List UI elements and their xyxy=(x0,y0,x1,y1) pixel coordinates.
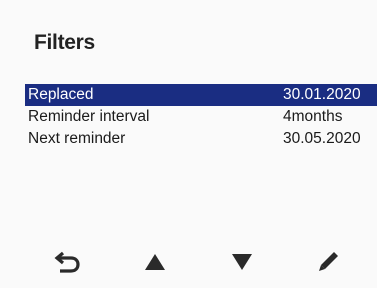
edit-button[interactable] xyxy=(308,244,348,280)
back-arrow-icon xyxy=(54,251,80,273)
list-item-value: 30.05.2020 xyxy=(283,130,361,147)
list-item-label: Reminder interval xyxy=(28,108,150,125)
arrow-down-icon xyxy=(232,254,252,270)
list-item-value: 30.01.2020 xyxy=(283,86,361,103)
settings-list: Replaced 30.01.2020 Reminder interval 4m… xyxy=(25,84,377,150)
list-item-replaced[interactable]: Replaced 30.01.2020 xyxy=(25,84,377,106)
list-item-next-reminder[interactable]: Next reminder 30.05.2020 xyxy=(25,128,377,150)
list-item-value: 4months xyxy=(283,108,343,125)
edit-pencil-icon xyxy=(319,252,338,271)
arrow-up-icon xyxy=(145,254,165,270)
page-title: Filters xyxy=(34,31,95,54)
filters-screen: Filters Replaced 30.01.2020 Reminder int… xyxy=(0,0,377,288)
move-down-button[interactable] xyxy=(222,244,262,280)
back-button[interactable] xyxy=(48,244,88,280)
list-item-reminder-interval[interactable]: Reminder interval 4months xyxy=(25,106,377,128)
list-item-label: Next reminder xyxy=(28,130,126,147)
list-item-label: Replaced xyxy=(28,86,94,103)
bottom-toolbar xyxy=(0,244,377,280)
move-up-button[interactable] xyxy=(135,244,175,280)
